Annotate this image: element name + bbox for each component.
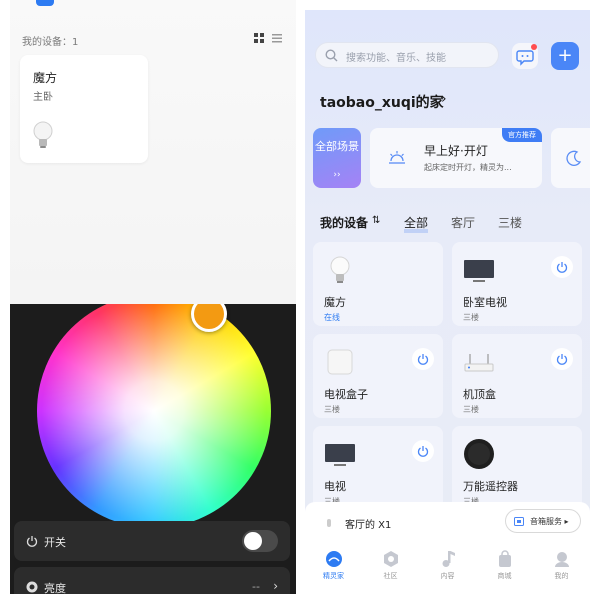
device-list-panel: 我的设备：1 魔方 主卧	[10, 0, 296, 304]
color-wheel[interactable]	[37, 304, 271, 528]
tab-label: 商城	[497, 572, 512, 580]
recommend-badge: 官方推荐	[502, 128, 542, 142]
device-room: 三楼	[463, 405, 479, 414]
chevron-right-icon: ›	[273, 579, 278, 593]
tv-icon	[325, 444, 355, 466]
tab-profile[interactable]: 我的	[533, 550, 590, 581]
speaker-icon	[327, 519, 331, 527]
tab-label: 我的	[554, 572, 569, 580]
sunrise-icon	[389, 151, 405, 164]
power-button[interactable]	[551, 348, 573, 370]
device-room: 三楼	[324, 405, 340, 414]
power-icon	[417, 354, 429, 365]
tab-community[interactable]: 社区	[362, 550, 419, 581]
tab-label: 社区	[383, 572, 398, 580]
power-label: 开关	[44, 536, 66, 549]
device-name: 魔方	[33, 71, 58, 85]
power-button[interactable]	[551, 256, 573, 278]
tab-my-devices[interactable]: 我的设备	[320, 214, 368, 231]
speaker-name: 客厅的 X1	[345, 520, 392, 531]
tab-content[interactable]: 内容	[419, 550, 476, 581]
device-card[interactable]: 电视 三楼	[313, 426, 443, 510]
power-icon	[417, 446, 429, 457]
scene-desc: 起床定时开灯，精灵为...	[424, 163, 512, 172]
device-name: 电视盒子	[324, 388, 368, 401]
power-button[interactable]	[412, 348, 434, 370]
list-view-icon[interactable]	[272, 33, 282, 43]
home-title[interactable]: taobao_xuqi的家	[320, 92, 444, 112]
power-icon	[26, 536, 38, 547]
home-screen: 搜索功能、音乐、技能 + taobao_xuqi的家 › 全部场景 ›› 官方推…	[305, 10, 590, 594]
tab-all[interactable]: 全部	[404, 214, 429, 233]
search-icon	[325, 49, 338, 62]
device-name: 卧室电视	[463, 296, 507, 309]
device-card[interactable]: 万能遥控器 三楼	[452, 426, 582, 510]
brightness-label: 亮度	[44, 582, 66, 594]
device-name: 万能遥控器	[463, 480, 518, 493]
brightness-icon	[26, 581, 38, 593]
power-button[interactable]	[412, 440, 434, 462]
speaker-service-icon	[514, 517, 524, 526]
tab-living-room[interactable]: 客厅	[451, 214, 475, 231]
community-icon	[383, 551, 398, 567]
device-room: 三楼	[463, 313, 479, 322]
device-count-label: 我的设备：1	[22, 37, 79, 48]
home-genie-icon	[325, 551, 342, 567]
bulb-icon	[330, 256, 350, 283]
speaker-bar[interactable]: 客厅的 X1 音箱服务 ▸	[305, 502, 590, 542]
device-name: 魔方	[324, 296, 346, 309]
device-card[interactable]: 魔方 在线	[313, 242, 443, 326]
tab-home[interactable]: 精灵家	[305, 550, 362, 581]
brightness-value: --	[252, 580, 260, 593]
device-filter-tabs: 我的设备 ⇅ 全部 客厅 三楼	[320, 214, 590, 234]
shopping-bag-icon	[498, 550, 511, 567]
tab-label: 精灵家	[323, 572, 344, 580]
grid-view-icon[interactable]	[254, 33, 264, 43]
remote-hub-icon	[464, 439, 494, 469]
light-control-panel: 开关 亮度 -- ›	[10, 304, 296, 594]
chevron-right-icon[interactable]: ›	[441, 91, 447, 107]
device-room: 主卧	[33, 92, 53, 103]
device-card[interactable]: 电视盒子 三楼	[313, 334, 443, 418]
bulb-icon	[33, 121, 53, 148]
search-input[interactable]: 搜索功能、音乐、技能	[315, 42, 499, 68]
chevron-double-icon: ››	[333, 170, 341, 180]
add-device-button[interactable]: +	[551, 42, 579, 70]
notification-dot	[531, 44, 537, 50]
search-placeholder: 搜索功能、音乐、技能	[346, 53, 446, 64]
music-note-icon	[442, 551, 455, 567]
all-scenes-button[interactable]: 全部场景 ››	[313, 128, 361, 188]
tab-store[interactable]: 商城	[476, 550, 533, 581]
profile-icon	[554, 552, 569, 567]
scene-card-night[interactable]	[551, 128, 590, 188]
tv-box-icon	[327, 349, 353, 375]
device-name: 机顶盒	[463, 388, 496, 401]
scene-title: 早上好·开灯	[424, 144, 488, 158]
power-toggle[interactable]	[242, 530, 278, 552]
tv-icon	[464, 260, 494, 282]
set-top-box-icon	[464, 354, 494, 372]
tab-label: 内容	[440, 572, 455, 580]
power-icon	[556, 354, 568, 365]
moon-icon	[566, 150, 582, 166]
device-card-mofang[interactable]: 魔方 主卧	[20, 55, 148, 163]
device-card[interactable]: 机顶盒 三楼	[452, 334, 582, 418]
speaker-service-button[interactable]: 音箱服务 ▸	[505, 509, 581, 533]
active-tab-indicator	[36, 0, 54, 6]
scene-card-morning[interactable]: 官方推荐 早上好·开灯 起床定时开灯，精灵为...	[370, 128, 542, 188]
speaker-service-label: 音箱服务 ▸	[530, 517, 569, 526]
device-name: 电视	[324, 480, 346, 493]
brightness-row[interactable]: 亮度 -- ›	[14, 567, 290, 594]
all-scenes-label: 全部场景	[315, 140, 359, 153]
power-icon	[556, 262, 568, 273]
tab-floor3[interactable]: 三楼	[498, 214, 522, 231]
device-card[interactable]: 卧室电视 三楼	[452, 242, 582, 326]
device-status: 在线	[324, 313, 340, 322]
sort-icon[interactable]: ⇅	[372, 215, 380, 226]
power-row: 开关	[14, 521, 290, 561]
bottom-tab-bar: 精灵家 社区 内容 商城 我的	[305, 542, 590, 594]
